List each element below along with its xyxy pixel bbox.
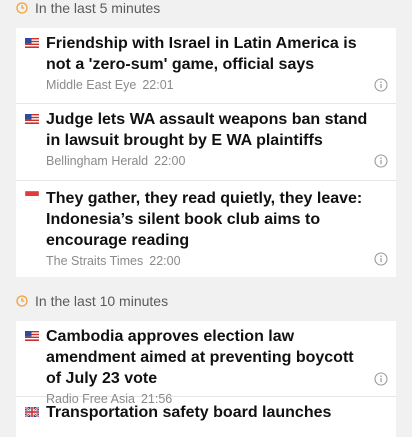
headline[interactable]: Transportation safety board launches: [46, 402, 368, 423]
timestamp: 22:00: [149, 254, 181, 268]
singapore-flag-icon: [25, 191, 39, 201]
headline[interactable]: Friendship with Israel in Latin America …: [46, 33, 368, 75]
timestamp: 22:00: [154, 154, 186, 168]
news-item[interactable]: Judge lets WA assault weapons ban stand …: [16, 104, 396, 181]
info-icon[interactable]: [374, 154, 388, 168]
uk-flag-icon: [25, 407, 39, 417]
headline[interactable]: They gather, they read quietly, they lea…: [46, 188, 368, 251]
clock-icon: [16, 2, 28, 14]
section-header: In the last 5 minutes: [16, 0, 160, 16]
meta: Bellingham Herald 22:00: [46, 154, 368, 168]
news-item[interactable]: Cambodia approves election law amendment…: [16, 321, 396, 406]
us-flag-icon: [25, 331, 39, 341]
news-card: Cambodia approves election law amendment…: [16, 321, 396, 437]
news-item[interactable]: Transportation safety board launches: [16, 397, 396, 437]
source: Bellingham Herald: [46, 154, 149, 168]
us-flag-icon: [25, 114, 39, 124]
news-item[interactable]: Friendship with Israel in Latin America …: [16, 28, 396, 104]
info-icon[interactable]: [374, 372, 388, 386]
news-card: Friendship with Israel in Latin America …: [16, 28, 396, 277]
headline[interactable]: Judge lets WA assault weapons ban stand …: [46, 109, 368, 151]
info-icon[interactable]: [374, 252, 388, 266]
source: Middle East Eye: [46, 78, 137, 92]
meta: The Straits Times 22:00: [46, 254, 368, 268]
section-label: In the last 5 minutes: [35, 0, 161, 16]
us-flag-icon: [25, 38, 39, 48]
headline[interactable]: Cambodia approves election law amendment…: [46, 326, 368, 389]
news-item[interactable]: They gather, they read quietly, they lea…: [16, 181, 396, 277]
source: The Straits Times: [46, 254, 144, 268]
info-icon[interactable]: [374, 78, 388, 92]
section-header: In the last 10 minutes: [16, 293, 168, 309]
meta: Middle East Eye 22:01: [46, 78, 368, 92]
timestamp: 22:01: [142, 78, 174, 92]
section-label: In the last 10 minutes: [35, 293, 169, 309]
clock-icon: [16, 295, 28, 307]
